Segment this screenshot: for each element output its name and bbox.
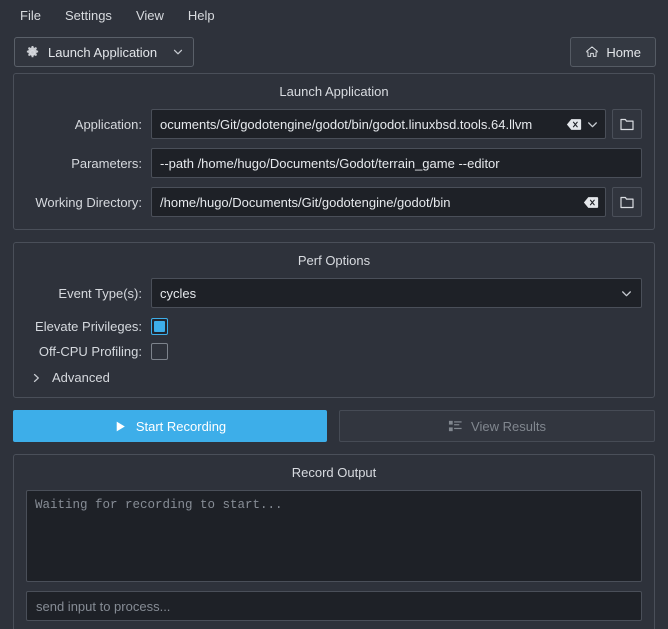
process-input-row[interactable]: send input to process... [26, 591, 642, 621]
home-icon [585, 45, 599, 59]
parameters-input-value: --path /home/hugo/Documents/Godot/terrai… [160, 156, 635, 171]
record-output-console[interactable]: Waiting for recording to start... [26, 490, 642, 582]
process-input-placeholder: send input to process... [36, 599, 170, 614]
parameters-label: Parameters: [26, 156, 151, 171]
folder-icon [619, 195, 635, 210]
gear-icon [25, 45, 40, 60]
home-button-label: Home [606, 45, 641, 60]
off-cpu-profiling-label: Off-CPU Profiling: [26, 344, 151, 359]
menu-bar: File Settings View Help [0, 0, 668, 31]
application-label: Application: [26, 117, 151, 132]
folder-icon [619, 117, 635, 132]
mode-selector-combobox[interactable]: Launch Application [14, 37, 194, 67]
parameters-input[interactable]: --path /home/hugo/Documents/Godot/terrai… [151, 148, 642, 178]
chevron-down-icon [172, 46, 184, 58]
record-output-group: Record Output Waiting for recording to s… [13, 454, 655, 629]
application-input[interactable]: ocuments/Git/godotengine/godot/bin/godot… [151, 109, 606, 139]
working-directory-input[interactable]: /home/hugo/Documents/Git/godotengine/god… [151, 187, 606, 217]
report-list-icon [448, 419, 463, 433]
chevron-right-icon [31, 372, 42, 384]
perf-options-title: Perf Options [26, 253, 642, 268]
application-row: Application: ocuments/Git/godotengine/go… [26, 109, 642, 139]
menu-item-file[interactable]: File [8, 4, 53, 27]
menu-item-view[interactable]: View [124, 4, 176, 27]
clear-icon[interactable] [566, 118, 582, 131]
working-directory-browse-button[interactable] [612, 187, 642, 217]
event-types-value: cycles [160, 286, 620, 301]
history-chevron-down-icon[interactable] [586, 118, 599, 131]
record-output-title: Record Output [26, 465, 642, 480]
elevate-privileges-label: Elevate Privileges: [26, 319, 151, 334]
launch-application-title: Launch Application [26, 84, 642, 99]
working-directory-label: Working Directory: [26, 195, 151, 210]
perf-options-group: Perf Options Event Type(s): cycles Eleva… [13, 242, 655, 398]
working-directory-row: Working Directory: /home/hugo/Documents/… [26, 187, 642, 217]
mode-selector-value: Launch Application [48, 45, 164, 60]
elevate-privileges-checkbox[interactable] [151, 318, 168, 335]
event-types-label: Event Type(s): [26, 286, 151, 301]
event-types-combobox[interactable]: cycles [151, 278, 642, 308]
clear-icon[interactable] [583, 196, 599, 209]
play-icon [114, 420, 127, 433]
chevron-down-icon [620, 287, 633, 300]
record-output-placeholder: Waiting for recording to start... [35, 498, 283, 512]
elevate-privileges-row: Elevate Privileges: [26, 318, 642, 335]
event-types-row: Event Type(s): cycles [26, 278, 642, 308]
application-browse-button[interactable] [612, 109, 642, 139]
advanced-label: Advanced [52, 370, 110, 385]
menu-item-help[interactable]: Help [176, 4, 227, 27]
advanced-expander[interactable]: Advanced [26, 370, 642, 385]
parameters-row: Parameters: --path /home/hugo/Documents/… [26, 148, 642, 178]
off-cpu-profiling-checkbox[interactable] [151, 343, 168, 360]
start-recording-label: Start Recording [136, 419, 226, 434]
start-recording-button[interactable]: Start Recording [13, 410, 327, 442]
off-cpu-profiling-row: Off-CPU Profiling: [26, 343, 642, 360]
toolbar: Launch Application Home [0, 31, 668, 73]
home-button[interactable]: Home [570, 37, 656, 67]
menu-item-settings[interactable]: Settings [53, 4, 124, 27]
application-input-value: ocuments/Git/godotengine/godot/bin/godot… [160, 117, 562, 132]
working-directory-input-value: /home/hugo/Documents/Git/godotengine/god… [160, 195, 579, 210]
launch-application-group: Launch Application Application: ocuments… [13, 73, 655, 230]
view-results-button[interactable]: View Results [339, 410, 655, 442]
view-results-label: View Results [471, 419, 546, 434]
action-buttons: Start Recording View Results [13, 410, 655, 442]
